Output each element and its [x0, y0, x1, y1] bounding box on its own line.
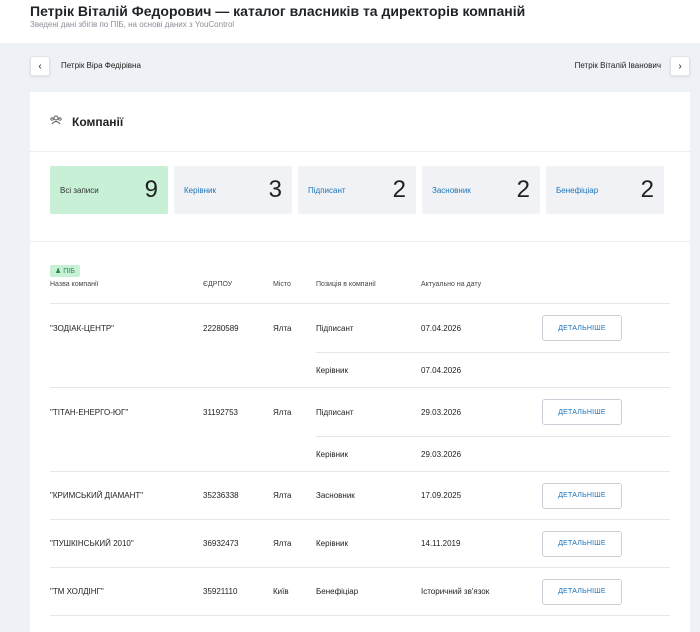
- table-row: "ЗОДІАК-ЦЕНТР" 22280589 Ялта Підписант 0…: [50, 304, 670, 352]
- table-row: "ТМ ХОЛДІНГ" 35921110 Київ Бенефіціар Іс…: [50, 568, 670, 616]
- next-person-button[interactable]: ›: [670, 56, 690, 76]
- stats-filter: Всі записи 9 Керівник 3 Підписант 2 Засн…: [30, 152, 690, 242]
- header-name: Назва компанії: [50, 281, 99, 288]
- stat-count: 9: [144, 176, 158, 203]
- stat-label: Всі записи: [60, 185, 99, 195]
- table-row: "ПУШКІНСЬКИЙ 2010" 36932473 Ялта Керівни…: [50, 520, 670, 568]
- stat-count: 2: [640, 176, 654, 203]
- company-position: Керівник: [316, 365, 348, 375]
- header-code: ЄДРПОУ: [203, 281, 233, 288]
- company-position: Підписант: [316, 323, 354, 333]
- page-header: Петрік Віталій Федорович — каталог власн…: [0, 0, 700, 43]
- company-position: Підписант: [316, 407, 354, 417]
- stat-count: 2: [392, 176, 406, 203]
- prev-person-link[interactable]: Петрік Віра Федірівна: [61, 61, 141, 70]
- prev-person-button[interactable]: ‹: [30, 56, 50, 76]
- company-code: 22280589: [203, 323, 239, 333]
- details-button[interactable]: ДЕТАЛЬНІШЕ: [542, 578, 622, 605]
- table-row: "КРИМСЬКИЙ ДІАМАНТ" 35236338 Ялта Заснов…: [50, 472, 670, 520]
- company-code: 35921110: [203, 587, 238, 596]
- section-title: Компанії: [72, 114, 124, 129]
- section-header: Компанії: [30, 92, 690, 152]
- details-button[interactable]: ДЕТАЛЬНІШЕ: [542, 399, 622, 425]
- stat-all[interactable]: Всі записи 9: [50, 166, 168, 214]
- next-person-link[interactable]: Петрік Віталій Іванович: [575, 61, 661, 70]
- companies-table: Назва компанії ЄДРПОУ Місто Позиція в ко…: [50, 280, 670, 616]
- stat-beneficiary[interactable]: Бенефіціар 2: [546, 166, 664, 214]
- company-date: Історичний зв'язок: [421, 587, 490, 596]
- stat-label: Засновник: [432, 185, 471, 195]
- company-city: Ялта: [273, 539, 292, 548]
- table-header: Назва компанії ЄДРПОУ Місто Позиція в ко…: [50, 280, 670, 304]
- company-name: "ЗОДІАК-ЦЕНТР": [50, 323, 115, 333]
- stat-director[interactable]: Керівник 3: [174, 166, 292, 214]
- stat-founder[interactable]: Засновник 2: [422, 166, 540, 214]
- name-match-tag: ♟ ПІБ: [50, 265, 80, 277]
- company-date: 29.03.2026: [421, 407, 462, 417]
- company-code: 35236338: [203, 491, 239, 500]
- companies-panel: Компанії Всі записи 9 Керівник 3 Підписа…: [30, 92, 690, 632]
- page-subtitle: Зведені дані збігів по ПІБ, на основі да…: [30, 20, 235, 29]
- company-code: 36932473: [203, 539, 239, 548]
- company-name: "ТМ ХОЛДІНГ": [50, 587, 104, 596]
- company-name: "КРИМСЬКИЙ ДІАМАНТ": [50, 491, 144, 500]
- company-date: 29.03.2026: [421, 449, 462, 459]
- details-button[interactable]: ДЕТАЛЬНІШЕ: [542, 530, 622, 557]
- company-position: Керівник: [316, 449, 348, 459]
- tag-row: ♟ ПІБ: [30, 242, 690, 280]
- person-navigation: ‹ Петрік Віра Федірівна Петрік Віталій І…: [30, 54, 690, 82]
- table-subrow: Керівник 07.04.2026: [50, 352, 670, 388]
- company-position: Засновник: [316, 491, 355, 500]
- company-code: 31192753: [203, 407, 238, 417]
- header-date: Актуально на дату: [421, 281, 482, 288]
- company-city: Ялта: [273, 407, 292, 417]
- page-title: Петрік Віталій Федорович — каталог власн…: [30, 3, 526, 19]
- table-subrow: Керівник 29.03.2026: [50, 436, 670, 472]
- company-date: 14.11.2019: [421, 539, 461, 548]
- people-icon: [50, 115, 62, 128]
- company-city: Київ: [273, 587, 289, 596]
- stat-label: Керівник: [184, 185, 216, 195]
- company-name: "ТІТАН-ЕНЕРГО-ЮГ": [50, 407, 129, 417]
- stat-count: 2: [516, 176, 530, 203]
- company-city: Ялта: [273, 323, 292, 333]
- stat-signatory[interactable]: Підписант 2: [298, 166, 416, 214]
- stat-label: Бенефіціар: [556, 185, 599, 195]
- person-icon: ♟: [55, 268, 62, 275]
- chevron-left-icon: ‹: [38, 60, 42, 72]
- header-city: Місто: [273, 281, 291, 288]
- company-date: 07.04.2026: [421, 365, 462, 375]
- company-position: Керівник: [316, 539, 348, 548]
- stat-count: 3: [268, 176, 282, 203]
- details-button[interactable]: ДЕТАЛЬНІШЕ: [542, 482, 622, 509]
- company-date: 17.09.2025: [421, 491, 462, 500]
- company-name: "ПУШКІНСЬКИЙ 2010": [50, 539, 134, 548]
- chevron-right-icon: ›: [678, 60, 682, 72]
- header-position: Позиція в компанії: [316, 281, 376, 288]
- company-position: Бенефіціар: [316, 587, 359, 596]
- details-button[interactable]: ДЕТАЛЬНІШЕ: [542, 315, 622, 341]
- company-date: 07.04.2026: [421, 323, 462, 333]
- table-row: "ТІТАН-ЕНЕРГО-ЮГ" 31192753 Ялта Підписан…: [50, 388, 670, 436]
- stat-label: Підписант: [308, 185, 346, 195]
- company-city: Ялта: [273, 491, 292, 500]
